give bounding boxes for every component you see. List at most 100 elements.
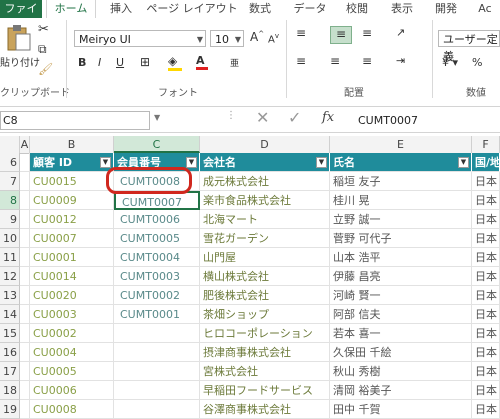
tab-acrobat[interactable]: Ac — [470, 0, 500, 18]
table-cell-member-number[interactable] — [114, 400, 200, 419]
table-cell-person-name[interactable]: 河崎 賢一 — [330, 286, 472, 305]
paste-button[interactable] — [4, 24, 32, 55]
cancel-icon[interactable]: ✕ — [256, 108, 269, 127]
table-cell-customer-id[interactable]: CU0001 — [30, 248, 114, 267]
table-cell-company-name[interactable]: 雪花ガーデン — [200, 229, 330, 248]
table-cell-person-name[interactable]: 伊藤 昌亮 — [330, 267, 472, 286]
border-icon[interactable]: ⊞ — [140, 55, 150, 69]
table-cell-country[interactable]: 日本 — [472, 267, 500, 286]
table-cell-customer-id[interactable]: CU0005 — [30, 362, 114, 381]
table-cell-country[interactable]: 日本 — [472, 400, 500, 419]
table-cell-company-name[interactable]: 摂津商事株式会社 — [200, 343, 330, 362]
align-left-icon[interactable]: ≡ — [296, 54, 306, 68]
table-cell-person-name[interactable]: 清岡 裕美子 — [330, 381, 472, 400]
filter-dropdown-icon[interactable]: ▼ — [100, 157, 111, 168]
select-all-corner[interactable] — [0, 136, 20, 153]
table-cell-company-name[interactable]: 北海マート — [200, 210, 330, 229]
filter-dropdown-icon[interactable]: ▼ — [186, 157, 197, 168]
tab-view[interactable]: 表示 — [382, 0, 422, 18]
underline-icon[interactable]: U — [116, 56, 124, 69]
table-cell-company-name[interactable]: 楽市食品株式会社 — [200, 191, 330, 210]
enter-icon[interactable]: ✓ — [288, 108, 301, 127]
copy-icon[interactable]: ⧉ — [38, 42, 47, 57]
align-middle-icon[interactable]: ≡ — [330, 26, 352, 44]
name-box-dropdown-icon[interactable]: ▼ — [154, 113, 160, 122]
table-cell-country[interactable]: 日本 — [472, 305, 500, 324]
bold-icon[interactable]: B — [78, 56, 86, 69]
row-header[interactable]: 12 — [0, 267, 20, 286]
number-format-combo[interactable]: ユーザー定義 — [438, 30, 500, 63]
table-cell-person-name[interactable]: 立野 誠一 — [330, 210, 472, 229]
table-cell-company-name[interactable]: 肥後株式会社 — [200, 286, 330, 305]
table-cell-person-name[interactable]: 秋山 秀樹 — [330, 362, 472, 381]
row-header[interactable]: 17 — [0, 362, 20, 381]
cell[interactable] — [20, 210, 30, 229]
italic-icon[interactable]: I — [98, 56, 101, 69]
table-cell-customer-id[interactable]: CU0004 — [30, 343, 114, 362]
paste-label[interactable]: 貼り付け — [0, 54, 40, 69]
table-cell-customer-id[interactable]: CU0020 — [30, 286, 114, 305]
table-cell-person-name[interactable]: 若本 喜一 — [330, 324, 472, 343]
row-header[interactable]: 15 — [0, 324, 20, 343]
row-header[interactable]: 8 — [0, 191, 20, 210]
row-header[interactable]: 11 — [0, 248, 20, 267]
filter-dropdown-icon[interactable]: ▼ — [458, 157, 469, 168]
table-cell-company-name[interactable]: 谷澤商事株式会社 — [200, 400, 330, 419]
row-header[interactable]: 13 — [0, 286, 20, 305]
table-cell-country[interactable]: 日本 — [472, 172, 500, 191]
cell[interactable] — [20, 362, 30, 381]
column-header-e[interactable]: E — [330, 136, 472, 153]
tab-review[interactable]: 校閲 — [338, 0, 376, 18]
font-size-combo[interactable]: 10 ▼ — [210, 30, 244, 47]
table-cell-person-name[interactable]: 桂川 晃 — [330, 191, 472, 210]
table-cell-customer-id[interactable]: CU0002 — [30, 324, 114, 343]
table-cell-person-name[interactable]: 稲垣 友子 — [330, 172, 472, 191]
indent-icon[interactable]: ⇥ — [396, 54, 405, 67]
fill-color-icon[interactable]: ◈ — [168, 54, 182, 71]
row-header[interactable]: 14 — [0, 305, 20, 324]
cell[interactable] — [20, 229, 30, 248]
table-header-country[interactable]: 国/地 — [472, 153, 500, 172]
table-cell-country[interactable]: 日本 — [472, 210, 500, 229]
table-cell-country[interactable]: 日本 — [472, 191, 500, 210]
table-cell-member-number[interactable]: CUMT0005 — [114, 229, 200, 248]
table-cell-company-name[interactable]: 山門屋 — [200, 248, 330, 267]
table-cell-person-name[interactable]: 阿部 信夫 — [330, 305, 472, 324]
table-cell-country[interactable]: 日本 — [472, 324, 500, 343]
table-cell-member-number[interactable]: CUMT0006 — [114, 210, 200, 229]
table-cell-person-name[interactable]: 久保田 千絵 — [330, 343, 472, 362]
cell[interactable] — [20, 267, 30, 286]
table-cell-member-number[interactable]: CUMT0001 — [114, 305, 200, 324]
table-cell-country[interactable]: 日本 — [472, 362, 500, 381]
tab-file[interactable]: ファイル — [0, 0, 42, 33]
table-cell-customer-id[interactable]: CU0009 — [30, 191, 114, 210]
table-header-customer-id[interactable]: 顧客 ID ▼ — [30, 153, 114, 172]
table-cell-member-number[interactable]: CUMT0004 — [114, 248, 200, 267]
table-header-company-name[interactable]: 会社名 ▼ — [200, 153, 330, 172]
cell[interactable] — [20, 248, 30, 267]
cell[interactable] — [20, 153, 30, 172]
table-cell-person-name[interactable]: 山本 浩平 — [330, 248, 472, 267]
table-cell-customer-id[interactable]: CU0008 — [30, 400, 114, 419]
row-header[interactable]: 10 — [0, 229, 20, 248]
orientation-icon[interactable]: ↗ — [396, 26, 405, 39]
tab-formulas[interactable]: 数式 — [240, 0, 280, 18]
row-header[interactable]: 19 — [0, 400, 20, 419]
shrink-font-icon[interactable]: Av — [268, 32, 279, 45]
column-header-f[interactable]: F — [472, 136, 500, 153]
cell[interactable] — [20, 400, 30, 419]
row-header[interactable]: 6 — [0, 153, 20, 172]
column-header-b[interactable]: B — [30, 136, 114, 153]
table-cell-customer-id[interactable]: CU0006 — [30, 381, 114, 400]
cell[interactable] — [20, 191, 30, 210]
table-cell-customer-id[interactable]: CU0003 — [30, 305, 114, 324]
row-header[interactable]: 9 — [0, 210, 20, 229]
table-cell-member-number[interactable]: CUMT0003 — [114, 267, 200, 286]
table-cell-company-name[interactable]: 宮株式会社 — [200, 362, 330, 381]
cell[interactable] — [20, 343, 30, 362]
font-name-combo[interactable]: Meiryo UI ▼ — [74, 30, 206, 47]
cell[interactable] — [20, 172, 30, 191]
table-cell-member-number[interactable]: CUMT0002 — [114, 286, 200, 305]
table-cell-customer-id[interactable]: CU0015 — [30, 172, 114, 191]
table-cell-member-number[interactable] — [114, 324, 200, 343]
